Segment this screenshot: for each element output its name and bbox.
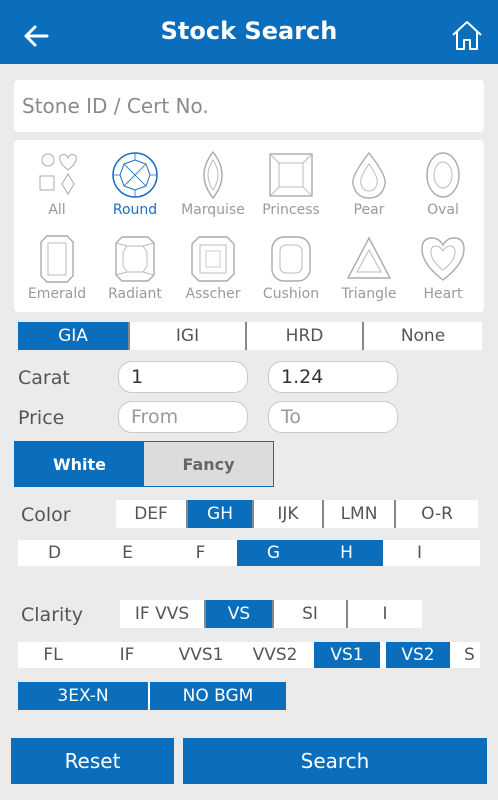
color-group-lmn[interactable]: LMN (324, 500, 394, 528)
emerald-icon (40, 235, 74, 283)
shape-label: Round (112, 202, 158, 218)
shape-all[interactable]: All (18, 144, 96, 224)
home-icon[interactable] (450, 18, 484, 52)
extra-no-bgm[interactable]: NO BGM (150, 682, 286, 710)
price-label: Price (18, 407, 65, 429)
shape-label: Radiant (108, 286, 162, 302)
shape-cushion[interactable]: Cushion (252, 228, 330, 308)
color-label: Color (21, 504, 71, 526)
clarity-group-selector: IF VVS VS SI I (120, 600, 422, 628)
lab-option-none[interactable]: None (364, 322, 482, 350)
shape-princess[interactable]: Princess (252, 144, 330, 224)
white-toggle[interactable]: White (15, 442, 144, 486)
shape-label: Cushion (262, 286, 320, 302)
lab-option-gia[interactable]: GIA (18, 322, 128, 350)
extra-3ex-n[interactable]: 3EX-N (18, 682, 148, 710)
lab-option-igi[interactable]: IGI (130, 322, 245, 350)
color-group-ijk[interactable]: IJK (254, 500, 322, 528)
color-grade-h[interactable]: H (310, 540, 383, 566)
carat-to-input[interactable] (268, 361, 398, 393)
shape-label: Emerald (27, 286, 87, 302)
shape-oval[interactable]: Oval (404, 144, 482, 224)
reset-button[interactable]: Reset (11, 738, 174, 784)
clarity-group-i[interactable]: I (348, 600, 422, 628)
heart-icon (421, 237, 465, 281)
extras-selector: 3EX-N NO BGM (18, 682, 286, 710)
shape-label: Oval (427, 202, 459, 218)
color-grade-d[interactable]: D (18, 540, 91, 566)
clarity-group-si[interactable]: SI (274, 600, 346, 628)
all-shapes-icon (39, 153, 77, 195)
shape-pear[interactable]: Pear (330, 144, 408, 224)
cushion-icon (271, 236, 311, 282)
diamond-type-toggle: White Fancy (14, 441, 274, 487)
shape-selector: All Round Marquise Princess Pear Oval Em… (14, 140, 484, 312)
clarity-grade-vvs2[interactable]: VVS2 (240, 642, 310, 668)
carat-from-input[interactable] (118, 361, 248, 393)
color-grade-selector: D E F G H I (18, 540, 480, 566)
stone-id-search-input[interactable] (14, 80, 484, 132)
shape-round[interactable]: Round (96, 144, 174, 224)
asscher-icon (191, 236, 235, 282)
shape-marquise[interactable]: Marquise (174, 144, 252, 224)
color-grade-f[interactable]: F (164, 540, 237, 566)
shape-asscher[interactable]: Asscher (174, 228, 252, 308)
clarity-grade-fl[interactable]: FL (18, 642, 88, 668)
clarity-label: Clarity (21, 604, 83, 626)
color-group-def[interactable]: DEF (116, 500, 186, 528)
carat-label: Carat (18, 367, 70, 389)
clarity-grade-s[interactable]: S (464, 642, 480, 668)
shape-label: Pear (353, 202, 385, 218)
color-group-o-r[interactable]: O-R (396, 500, 478, 528)
lab-selector: GIA IGI HRD None (18, 322, 484, 350)
clarity-grade-vs2[interactable]: VS2 (386, 642, 450, 668)
clarity-grade-selector: FL IF VVS1 VVS2 VS1 VS2 S (18, 642, 480, 668)
radiant-icon (115, 236, 155, 282)
top-bar: Stock Search (0, 0, 498, 64)
page-title: Stock Search (160, 17, 338, 45)
color-grade-g[interactable]: G (237, 540, 310, 566)
clarity-grade-vvs1[interactable]: VVS1 (166, 642, 236, 668)
clarity-grade-if[interactable]: IF (92, 642, 162, 668)
shape-label: Triangle (341, 286, 397, 302)
shape-emerald[interactable]: Emerald (18, 228, 96, 308)
triangle-icon (346, 236, 392, 279)
round-icon (112, 152, 158, 198)
shape-label: Princess (262, 202, 320, 218)
shape-label: Heart (423, 286, 463, 302)
marquise-icon (203, 150, 223, 200)
price-from-input[interactable] (118, 401, 248, 433)
clarity-grade-vs1[interactable]: VS1 (314, 642, 380, 668)
shape-label: Asscher (185, 286, 241, 302)
shape-heart[interactable]: Heart (404, 228, 482, 308)
shape-triangle[interactable]: Triangle (330, 228, 408, 308)
clarity-group-if-vvs[interactable]: IF VVS (120, 600, 204, 628)
price-to-input[interactable] (268, 401, 398, 433)
shape-label: All (48, 202, 66, 218)
color-grade-e[interactable]: E (91, 540, 164, 566)
color-group-gh[interactable]: GH (188, 500, 252, 528)
color-grade-i[interactable]: I (383, 540, 456, 566)
shape-radiant[interactable]: Radiant (96, 228, 174, 308)
clarity-group-vs[interactable]: VS (206, 600, 272, 628)
lab-option-hrd[interactable]: HRD (247, 322, 362, 350)
pear-icon (352, 151, 386, 199)
fancy-toggle[interactable]: Fancy (144, 442, 273, 486)
oval-icon (426, 152, 460, 198)
shape-label: Marquise (181, 202, 245, 218)
princess-icon (269, 153, 313, 197)
color-group-selector: DEF GH IJK LMN O-R (116, 500, 478, 528)
search-button[interactable]: Search (183, 738, 487, 784)
